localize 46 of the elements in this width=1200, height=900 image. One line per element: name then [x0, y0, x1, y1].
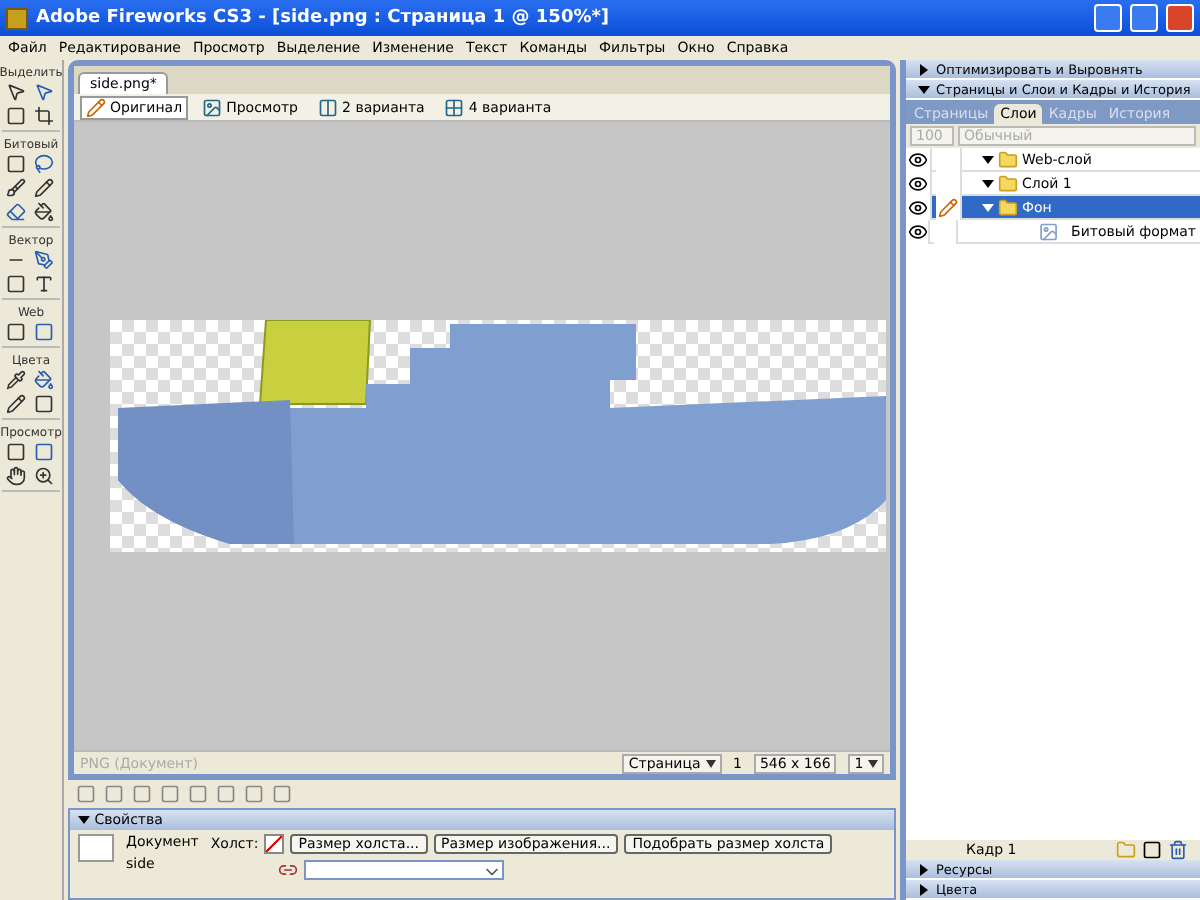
fill-icon[interactable] — [33, 370, 53, 390]
eye-icon[interactable] — [908, 149, 928, 169]
link-icon — [278, 860, 299, 880]
document-thumbnail — [78, 834, 114, 862]
marquee-icon[interactable] — [5, 154, 25, 174]
caret-icon[interactable] — [982, 153, 994, 165]
trash-icon[interactable] — [1168, 840, 1188, 860]
eye-icon[interactable] — [907, 221, 928, 241]
dropdown-field[interactable] — [304, 860, 505, 880]
eraser-icon[interactable] — [5, 202, 25, 222]
bucket-icon[interactable] — [33, 202, 53, 222]
hand-icon[interactable] — [5, 466, 25, 486]
pencil-icon[interactable] — [33, 178, 53, 198]
folder-icon — [998, 197, 1018, 217]
maximize-button[interactable] — [1130, 4, 1158, 32]
pointer-icon[interactable] — [5, 82, 25, 102]
dropdown-arrow-icon[interactable] — [705, 759, 715, 767]
caret-icon[interactable] — [918, 863, 930, 875]
four-panes-icon — [444, 97, 465, 117]
dropdown-arrow-icon[interactable] — [868, 759, 878, 767]
folder-icon — [998, 149, 1018, 169]
text-icon[interactable] — [33, 274, 53, 294]
app-icon — [6, 7, 28, 29]
crop-icon[interactable] — [33, 106, 53, 126]
pencil-icon — [938, 197, 958, 217]
caret-icon[interactable] — [918, 63, 930, 75]
caret-icon[interactable] — [982, 177, 994, 189]
canvas-color-swatch[interactable] — [264, 834, 285, 854]
pencil-icon — [86, 97, 106, 117]
lasso-icon[interactable] — [33, 154, 53, 174]
pen-icon[interactable] — [33, 250, 53, 270]
window-title: Adobe Fireworks CS3 - [side.png : Страница 1 @ 150%*] — [36, 8, 612, 28]
subselect-icon[interactable] — [33, 82, 53, 102]
stroke-color-icon[interactable] — [5, 394, 25, 414]
eyedropper-icon[interactable] — [5, 370, 25, 390]
caret-icon[interactable] — [78, 814, 90, 826]
folder-icon — [998, 173, 1018, 193]
rectangle-icon[interactable] — [5, 274, 25, 294]
eye-icon[interactable] — [908, 173, 928, 193]
zoom-icon[interactable] — [33, 466, 53, 486]
brush-icon[interactable] — [5, 178, 25, 198]
eye-icon[interactable] — [908, 197, 928, 217]
two-panes-icon — [318, 97, 339, 117]
minimize-button[interactable] — [1094, 4, 1122, 32]
image-icon — [202, 97, 223, 117]
close-button[interactable] — [1166, 4, 1194, 32]
